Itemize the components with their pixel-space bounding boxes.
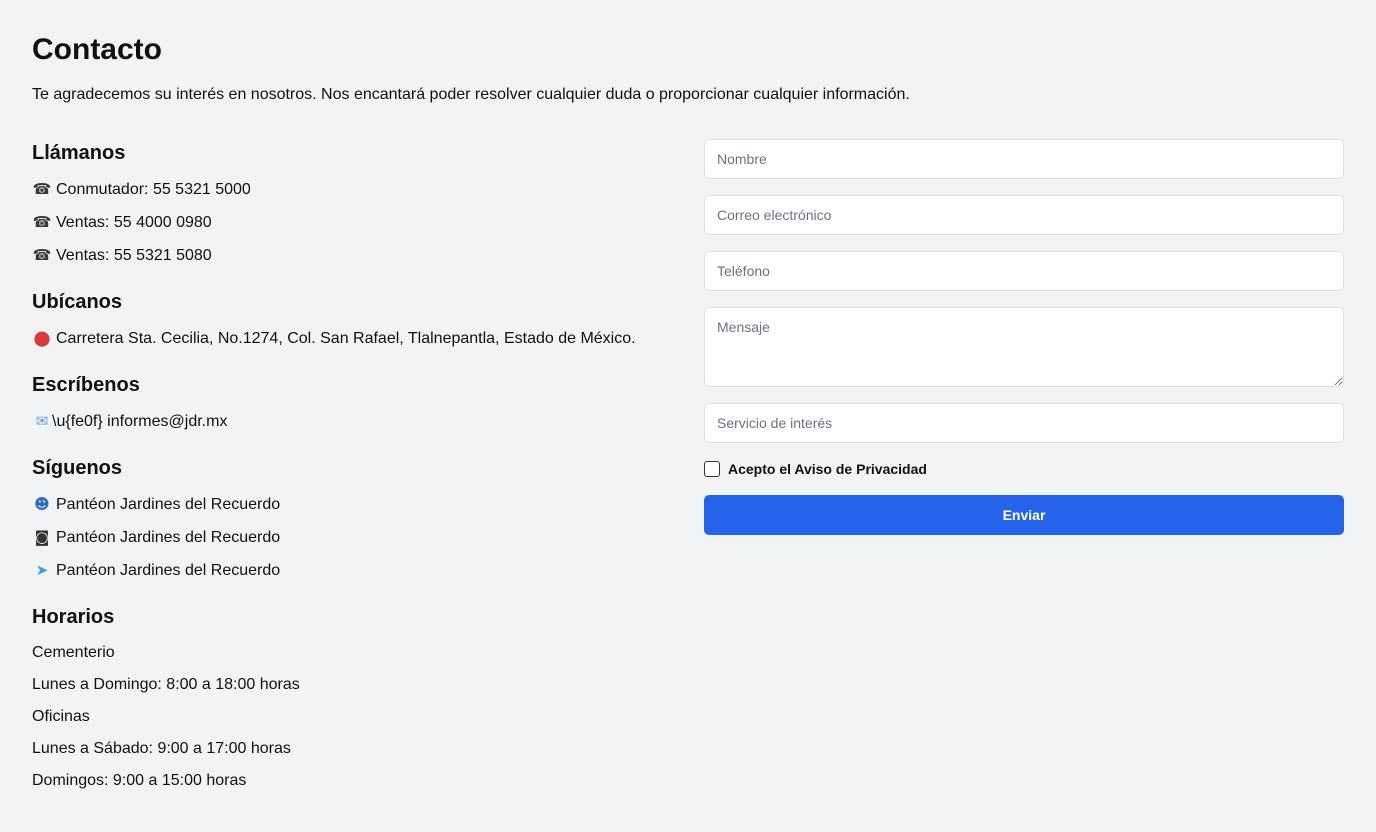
call-heading: Llámanos [32,142,126,164]
hours-heading: Horarios [32,606,115,628]
privacy-checkbox[interactable] [704,461,720,477]
hours-line: Domingos: 9:00 a 15:00 horas [32,772,247,789]
phone-icon: ☎ [32,246,52,264]
contact-page: Contacto Te agradecemos su interés en no… [0,0,1376,832]
content-columns: Llámanos ☎ Conmutador: 55 5321 5000 ☎ Vent… [32,117,1344,793]
service-input[interactable] [704,403,1344,443]
email-text: informes@jdr.mx [107,413,228,430]
submit-button[interactable]: Enviar [704,495,1344,535]
privacy-row[interactable]: Acepto el Aviso de Privacidad [704,459,1344,479]
person-icon: ☻ [34,495,50,513]
social-label: Pantéon Jardines del Recuerdo [56,496,281,513]
address-text: Carretera Sta. Cecilia, No.1274, Col. Sa… [56,330,636,347]
camera-icon: ◙ [34,528,50,546]
name-input[interactable] [704,139,1344,179]
privacy-label: Acepto el Aviso de Privacidad [728,461,927,477]
location-heading: Ubícanos [32,291,123,313]
page-title: Contacto [32,33,162,66]
email-input[interactable] [704,195,1344,235]
phone-line: ☎ Ventas: 55 5321 5080 [32,243,664,268]
page-intro: Te agradecemos su interés en nosotros. N… [32,86,910,103]
escape-text: \u{fe0f} [52,413,103,430]
phone-text: Ventas: 55 4000 0980 [56,214,212,231]
social-item: ➤ Pantéon Jardines del Recuerdo [32,558,664,583]
social-label: Pantéon Jardines del Recuerdo [56,562,281,579]
contact-form: Acepto el Aviso de Privacidad Enviar [704,139,1344,793]
address-line: ⬤ Carretera Sta. Cecilia, No.1274, Col. S… [32,326,664,351]
phone-icon: ☎ [32,180,52,198]
contact-info: Llámanos ☎ Conmutador: 55 5321 5000 ☎ Vent… [32,117,664,793]
phone-input[interactable] [704,251,1344,291]
phone-line: ☎ Ventas: 55 4000 0980 [32,210,664,235]
hours-line: Cementerio [32,644,115,661]
email-line: ✉ \u{fe0f} informes@jdr.mx [32,409,664,434]
bird-icon: ➤ [35,561,49,579]
envelope-icon: ✉ [35,412,49,430]
social-label: Pantéon Jardines del Recuerdo [56,529,281,546]
phone-text: Conmutador: 55 5321 5000 [56,181,251,198]
message-textarea[interactable] [704,307,1344,387]
location-pin-icon: ⬤ [33,329,51,347]
hours-line: Lunes a Domingo: 8:00 a 18:00 horas [32,676,300,693]
follow-heading: Síguenos [32,457,123,479]
social-item: ◙ Pantéon Jardines del Recuerdo [32,525,664,550]
hours-line: Oficinas [32,708,90,725]
social-item: ☻ Pantéon Jardines del Recuerdo [32,492,664,517]
hours-line: Lunes a Sábado: 9:00 a 17:00 horas [32,740,291,757]
phone-icon: ☎ [32,213,52,231]
write-heading: Escríbenos [32,374,140,396]
phone-line: ☎ Conmutador: 55 5321 5000 [32,177,664,202]
phone-text: Ventas: 55 5321 5080 [56,247,212,264]
